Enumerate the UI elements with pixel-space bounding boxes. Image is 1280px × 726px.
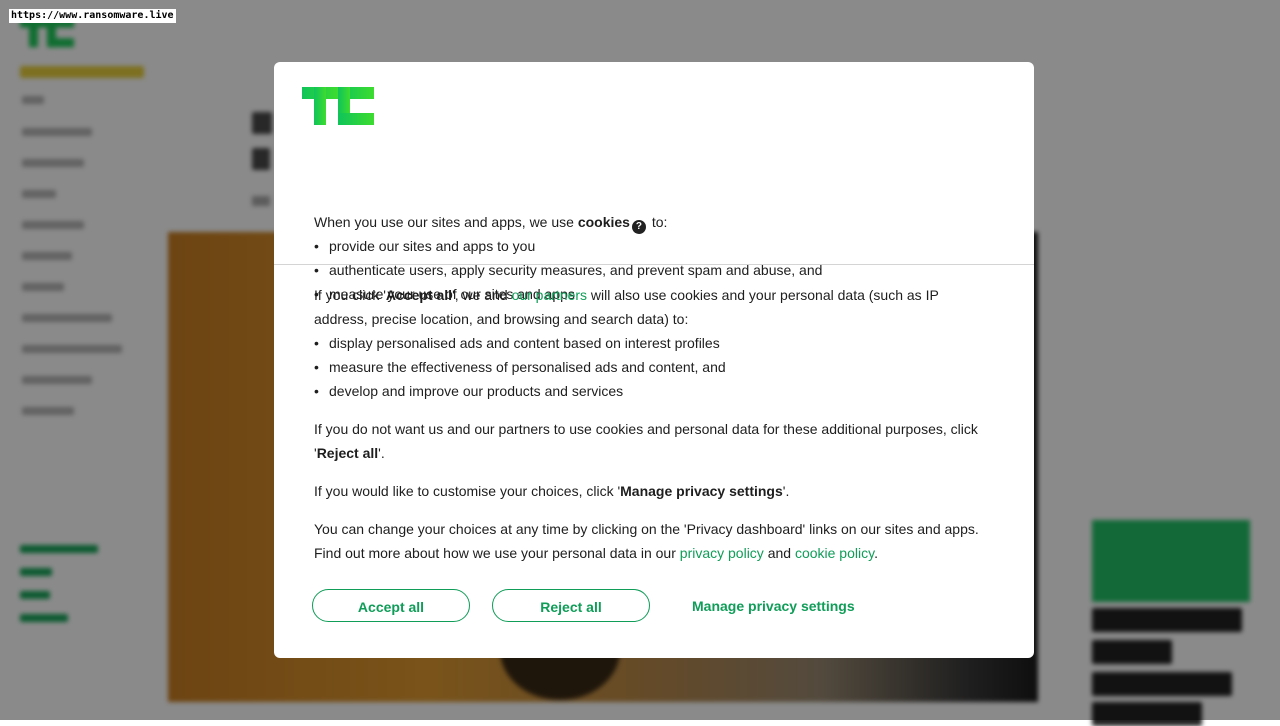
techcrunch-logo (302, 87, 374, 130)
list-item: authenticate users, apply security measu… (314, 258, 1004, 282)
privacy-policy-link[interactable]: privacy policy (680, 545, 764, 561)
list-item: display personalised ads and content bas… (314, 331, 994, 355)
list-item: develop and improve our products and ser… (314, 379, 994, 403)
intro-text: When you use our sites and apps, we use … (314, 214, 668, 234)
cookies-term: cookies (577, 214, 630, 230)
consent-details: If you click 'Accept all', we and our pa… (314, 283, 994, 579)
help-icon[interactable]: ? (631, 220, 646, 234)
list-item: provide our sites and apps to you (314, 234, 1004, 258)
our-partners-link[interactable]: our partners (512, 287, 587, 303)
partners-list: display personalised ads and content bas… (314, 331, 994, 403)
consent-buttons: Accept all Reject all Manage privacy set… (312, 589, 1002, 624)
change-choices-text: You can change your choices at any time … (314, 521, 979, 561)
divider (274, 264, 1034, 265)
accept-all-button[interactable]: Accept all (312, 589, 470, 622)
manage-privacy-settings-button[interactable]: Manage privacy settings (692, 589, 855, 624)
url-label: https://www.ransomware.live (9, 9, 176, 23)
cookie-policy-link[interactable]: cookie policy (795, 545, 874, 561)
cookie-consent-dialog: When you use our sites and apps, we use … (274, 62, 1034, 658)
reject-text: If you do not want us and our partners t… (314, 421, 978, 461)
list-item: measure the effectiveness of personalise… (314, 355, 994, 379)
reject-all-button[interactable]: Reject all (492, 589, 650, 622)
partners-text: If you click 'Accept all', we and our pa… (314, 287, 939, 327)
manage-text: If you would like to customise your choi… (314, 483, 790, 499)
